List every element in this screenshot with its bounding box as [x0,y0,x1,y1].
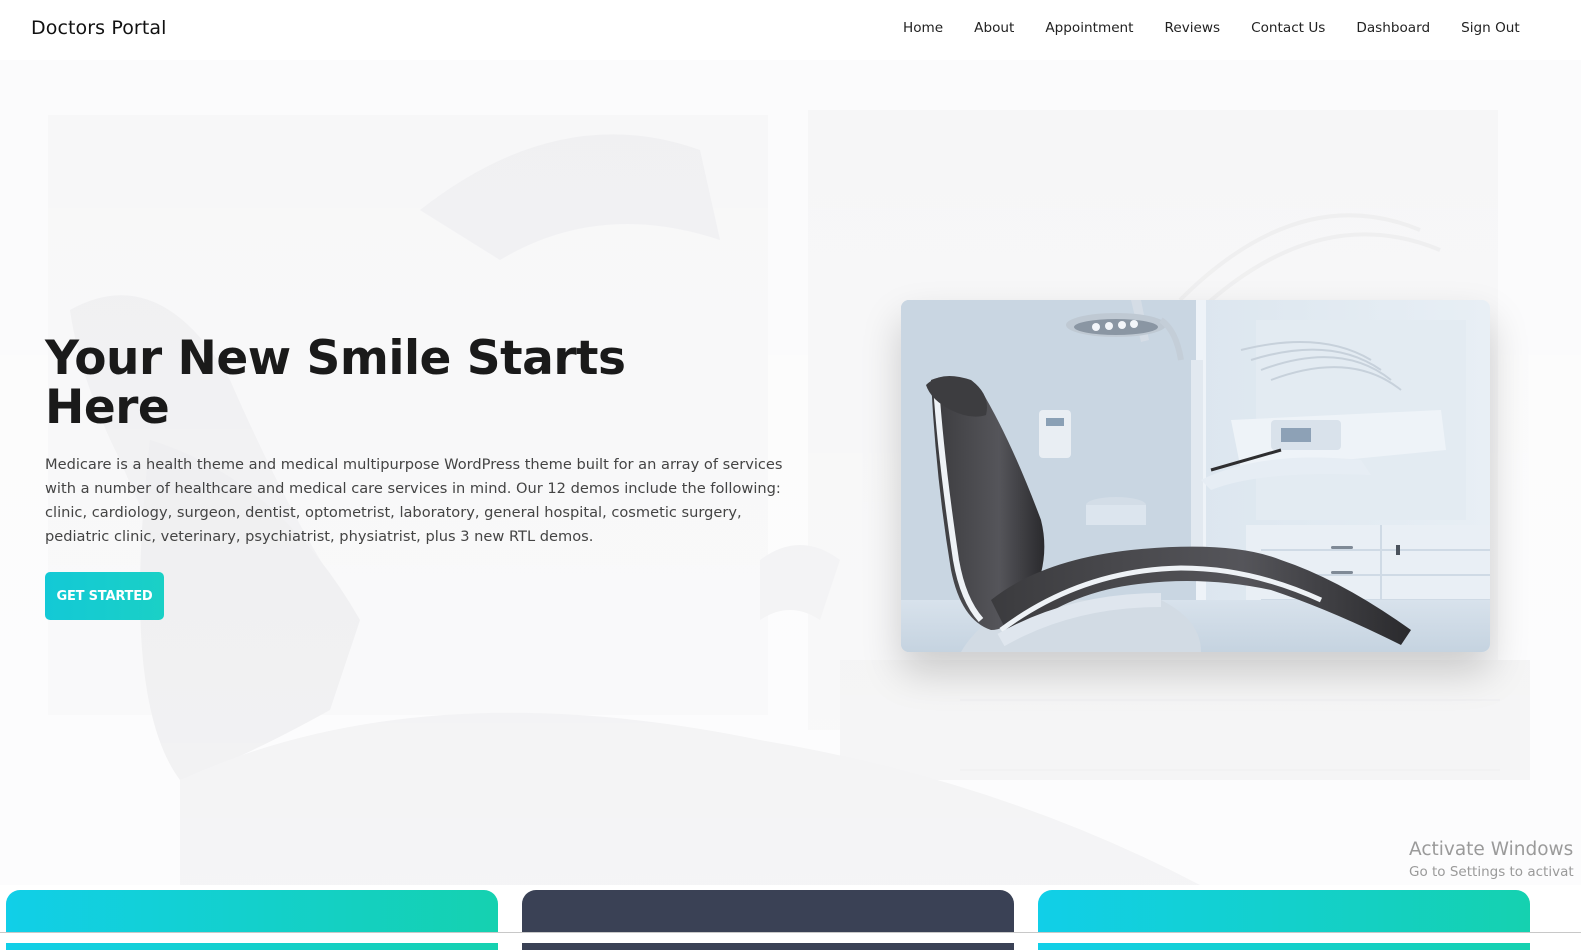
nav-link-home[interactable]: Home [903,20,943,36]
hero-section: Your New Smile Starts Here Medicare is a… [0,60,1581,885]
dental-chair-illustration [901,300,1490,652]
dental-chair-photo [901,300,1490,652]
nav-link-contact-us[interactable]: Contact Us [1251,20,1325,36]
watermark-title: Activate Windows [1409,839,1574,860]
hero-title: Your New Smile Starts Here [45,331,626,435]
windows-activation-watermark: Activate Windows Go to Settings to activ… [1409,838,1574,882]
nav-menu: Home About Appointment Reviews Contact U… [903,20,1520,36]
nav-link-about[interactable]: About [974,20,1014,36]
navbar: Doctors Portal Home About Appointment Re… [0,0,1581,60]
brand-logo[interactable]: Doctors Portal [31,17,167,39]
watermark-subtitle: Go to Settings to activat [1409,864,1574,880]
page-bottom-edge [0,932,1581,943]
hero-description: Medicare is a health theme and medical m… [45,456,783,545]
get-started-button[interactable]: GET STARTED [45,572,164,620]
nav-link-appointment[interactable]: Appointment [1045,20,1133,36]
nav-link-reviews[interactable]: Reviews [1165,20,1221,36]
nav-link-dashboard[interactable]: Dashboard [1356,20,1430,36]
nav-link-sign-out[interactable]: Sign Out [1461,20,1520,36]
